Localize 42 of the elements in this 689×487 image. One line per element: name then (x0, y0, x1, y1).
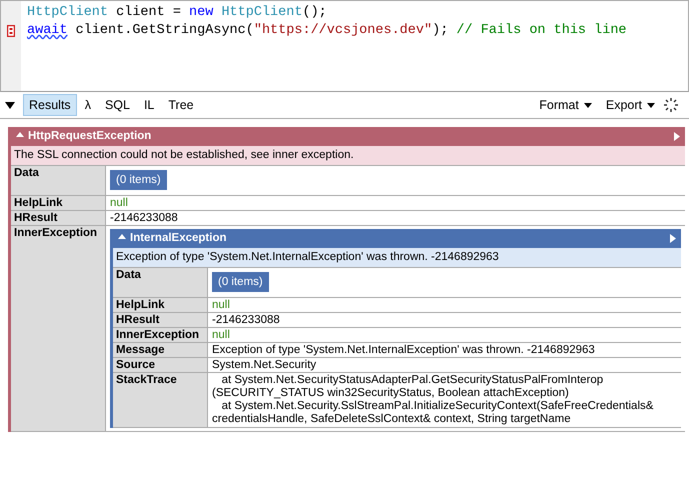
property-name: HResult (11, 211, 106, 225)
collection-button[interactable]: (0 items) (110, 170, 167, 190)
property-name: Source (113, 358, 208, 372)
caret-icon (584, 102, 592, 108)
output-tab[interactable]: Tree (162, 94, 200, 116)
property-value: null (212, 329, 230, 341)
property-name: Data (11, 166, 106, 195)
exception-header[interactable]: HttpRequestException (11, 127, 685, 146)
output-tab[interactable]: SQL (98, 94, 136, 116)
property-name: Message (113, 343, 208, 357)
expand-arrow-icon[interactable] (670, 234, 676, 243)
exception-message: Exception of type 'System.Net.InternalException' was thrown. -2146892963 (113, 248, 681, 268)
property-name: HResult (113, 313, 208, 327)
property-name: InnerException (113, 328, 208, 342)
collapse-triangle-icon[interactable] (118, 234, 126, 239)
dropdown-menu[interactable]: Export (600, 96, 661, 114)
caret-icon (647, 102, 655, 108)
property-value: -2146233088 (212, 314, 281, 326)
property-value: System.Net.Security (212, 359, 318, 371)
property-value: -2146233088 (110, 212, 179, 224)
exception-message: The SSL connection could not be established, see inner exception. (11, 146, 685, 166)
output-tab[interactable]: Results (23, 94, 77, 116)
property-name: StackTrace (113, 373, 208, 427)
output-tab[interactable]: IL (138, 94, 160, 116)
collection-button[interactable]: (0 items) (212, 272, 269, 292)
code-line: await client.GetStringAsync("https://vcsjones.dev"); // Fails on this line (27, 22, 627, 40)
code-line: HttpClient client = new HttpClient(); (27, 4, 328, 22)
property-name: InnerException (11, 226, 106, 431)
collapse-triangle-icon[interactable] (16, 132, 24, 137)
output-tab[interactable]: λ (78, 94, 97, 116)
property-name: Data (113, 268, 208, 297)
collapse-caret-icon[interactable] (5, 102, 15, 108)
property-name: HelpLink (11, 196, 106, 210)
property-value: Exception of type 'System.Net.InternalException' was thrown. -2146892963 (212, 344, 596, 356)
stack-trace-text: at System.Net.SecurityStatusAdapterPal.GetSecurityStatusPalFromInterop (SECURITY_STATUS win32SecurityStatus, Boolean attachException) at System.Net.Security.SslStreamPal.InitializeSecurityContext(SafeFreeCredentials& credentialsHandle, SafeDeleteSslContext& context, String targetName (212, 374, 654, 426)
dropdown-menu[interactable]: Format (533, 96, 598, 114)
property-value: null (110, 197, 128, 209)
loading-spinner-icon[interactable] (663, 97, 679, 113)
expand-arrow-icon[interactable] (674, 132, 680, 141)
property-value: null (212, 299, 230, 311)
exception-header[interactable]: InternalException (113, 229, 681, 248)
property-name: HelpLink (113, 298, 208, 312)
